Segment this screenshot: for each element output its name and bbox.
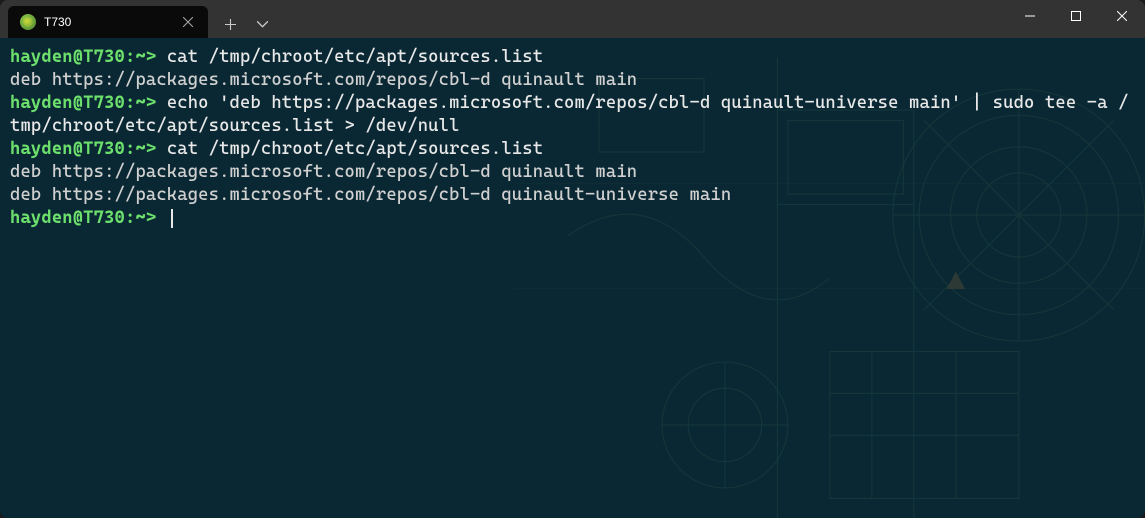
shell-prompt: hayden@T730:~> [10, 47, 156, 67]
terminal-output-line: deb https://packages.microsoft.com/repos… [10, 69, 1135, 92]
tab-dropdown-button[interactable] [248, 10, 276, 38]
command-text: cat /tmp/chroot/etc/apt/sources.list [156, 47, 543, 67]
terminal-command-line: hayden@T730:~> [10, 207, 1135, 230]
terminal-window: T730 [0, 0, 1145, 518]
command-text [156, 208, 166, 228]
opensuse-icon [20, 14, 36, 30]
output-text: deb https://packages.microsoft.com/repos… [10, 162, 637, 182]
terminal-content[interactable]: hayden@T730:~> cat /tmp/chroot/etc/apt/s… [0, 38, 1145, 518]
output-text: deb https://packages.microsoft.com/repos… [10, 70, 637, 90]
window-controls [1007, 0, 1145, 32]
terminal-command-line: hayden@T730:~> cat /tmp/chroot/etc/apt/s… [10, 46, 1135, 69]
output-text: deb https://packages.microsoft.com/repos… [10, 185, 731, 205]
minimize-button[interactable] [1007, 0, 1053, 32]
maximize-button[interactable] [1053, 0, 1099, 32]
new-tab-button[interactable] [216, 10, 244, 38]
close-button[interactable] [1099, 0, 1145, 32]
cursor [171, 209, 173, 228]
terminal-command-line: hayden@T730:~> echo 'deb https://package… [10, 92, 1135, 138]
tab-title: T730 [44, 15, 172, 29]
close-tab-icon[interactable] [180, 14, 196, 30]
shell-prompt: hayden@T730:~> [10, 139, 156, 159]
command-text: echo 'deb https://packages.microsoft.com… [10, 93, 1129, 136]
tab-actions [216, 10, 276, 38]
terminal-output: hayden@T730:~> cat /tmp/chroot/etc/apt/s… [10, 46, 1135, 230]
terminal-output-line: deb https://packages.microsoft.com/repos… [10, 184, 1135, 207]
shell-prompt: hayden@T730:~> [10, 93, 156, 113]
tab-active[interactable]: T730 [8, 6, 208, 38]
terminal-command-line: hayden@T730:~> cat /tmp/chroot/etc/apt/s… [10, 138, 1135, 161]
titlebar: T730 [0, 0, 1145, 38]
command-text: cat /tmp/chroot/etc/apt/sources.list [156, 139, 543, 159]
tabs-area: T730 [0, 0, 276, 38]
terminal-output-line: deb https://packages.microsoft.com/repos… [10, 161, 1135, 184]
shell-prompt: hayden@T730:~> [10, 208, 156, 228]
